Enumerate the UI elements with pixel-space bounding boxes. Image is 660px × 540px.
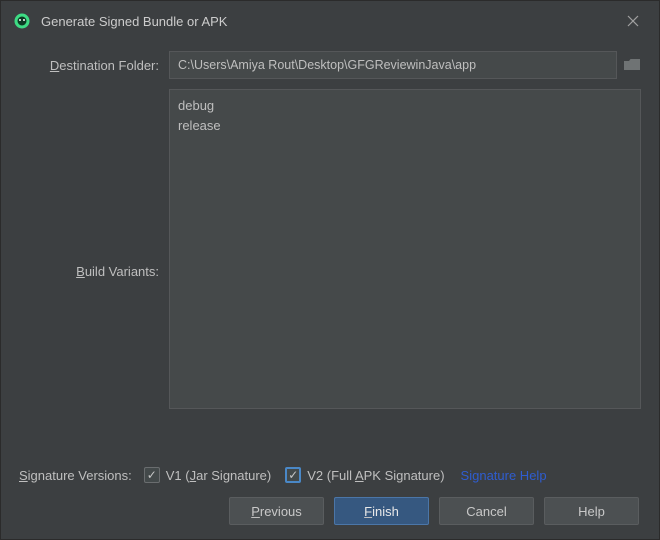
signature-row: Signature Versions: ✓ V1 (Jar Signature)… bbox=[19, 467, 641, 483]
variants-label: Build Variants: bbox=[76, 264, 159, 279]
destination-label: Destination Folder: bbox=[19, 58, 169, 73]
help-button[interactable]: Help bbox=[544, 497, 639, 525]
signature-label: Signature Versions: bbox=[19, 468, 144, 483]
titlebar: Generate Signed Bundle or APK bbox=[1, 1, 659, 41]
signature-help-link[interactable]: Signature Help bbox=[461, 468, 547, 483]
finish-button[interactable]: Finish bbox=[334, 497, 429, 525]
v2-label: V2 (Full APK Signature) bbox=[307, 468, 444, 483]
app-icon bbox=[13, 12, 31, 30]
dialog-content: Destination Folder: C:\Users\Amiya Rout\… bbox=[1, 41, 659, 539]
v2-checkbox[interactable]: ✓ V2 (Full APK Signature) bbox=[285, 467, 444, 483]
variants-row: Build Variants: debug release bbox=[19, 89, 641, 453]
destination-field-col: C:\Users\Amiya Rout\Desktop\GFGReviewinJ… bbox=[169, 51, 641, 79]
v1-checkbox[interactable]: ✓ V1 (Jar Signature) bbox=[144, 467, 272, 483]
variants-label-wrap: Build Variants: bbox=[19, 89, 169, 453]
variant-item-debug[interactable]: debug bbox=[178, 96, 632, 116]
cancel-button[interactable]: Cancel bbox=[439, 497, 534, 525]
browse-folder-icon[interactable] bbox=[623, 58, 641, 72]
v1-label: V1 (Jar Signature) bbox=[166, 468, 272, 483]
button-row: Previous Finish Cancel Help bbox=[19, 497, 641, 525]
destination-row: Destination Folder: C:\Users\Amiya Rout\… bbox=[19, 51, 641, 79]
dialog-title: Generate Signed Bundle or APK bbox=[41, 14, 619, 29]
check-icon: ✓ bbox=[144, 467, 160, 483]
destination-value: C:\Users\Amiya Rout\Desktop\GFGReviewinJ… bbox=[178, 58, 476, 72]
destination-input[interactable]: C:\Users\Amiya Rout\Desktop\GFGReviewinJ… bbox=[169, 51, 617, 79]
check-icon: ✓ bbox=[285, 467, 301, 483]
close-button[interactable] bbox=[619, 7, 647, 35]
variant-item-release[interactable]: release bbox=[178, 116, 632, 136]
previous-button[interactable]: Previous bbox=[229, 497, 324, 525]
variants-listbox[interactable]: debug release bbox=[169, 89, 641, 409]
dialog-window: Generate Signed Bundle or APK Destinatio… bbox=[0, 0, 660, 540]
